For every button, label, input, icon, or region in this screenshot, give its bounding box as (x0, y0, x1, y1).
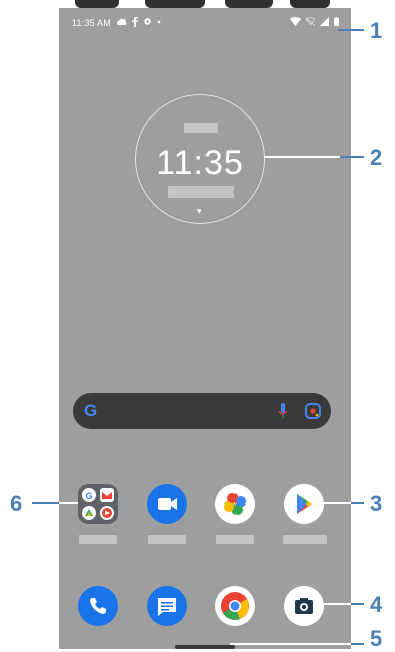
app-label-placeholder (79, 535, 117, 544)
app-label-placeholder (148, 535, 186, 544)
app-label-placeholder (283, 535, 327, 544)
google-folder-icon[interactable]: G (78, 484, 118, 524)
notification-icons (117, 17, 161, 27)
phone-screen: 11:35 AM 11:35 ▾ G G (59, 8, 351, 649)
duo-icon[interactable] (147, 484, 187, 524)
cloud-icon (117, 18, 127, 25)
status-time: 11:35 AM (72, 18, 111, 28)
callout-4: 4 (370, 592, 383, 617)
callout-line-6-inner (59, 502, 78, 504)
cropped-top-fragment (225, 0, 273, 8)
callout-3: 3 (370, 491, 383, 516)
callout-1: 1 (370, 18, 383, 43)
dot-icon (157, 20, 161, 24)
callout-6: 6 (10, 491, 23, 516)
messages-icon[interactable] (147, 586, 187, 626)
callout-line-4-outer (351, 603, 364, 605)
facebook-icon (132, 17, 138, 27)
clock-date-placeholder (184, 123, 218, 133)
chevron-down-icon[interactable]: ▾ (197, 206, 202, 217)
navigation-handle[interactable] (175, 645, 235, 649)
cropped-top-fragment (290, 0, 330, 8)
svg-text:G: G (86, 491, 93, 501)
camera-icon[interactable] (284, 586, 324, 626)
play-store-icon[interactable] (284, 484, 324, 524)
callout-line-5 (230, 643, 364, 645)
lens-icon[interactable] (305, 403, 321, 419)
wifi-off-icon (306, 17, 315, 26)
mic-icon[interactable] (278, 401, 288, 421)
phone-icon[interactable] (78, 586, 118, 626)
cropped-top-fragment (75, 0, 119, 8)
callout-line-3-outer (351, 502, 364, 504)
signal-icon (320, 17, 329, 26)
clock-time: 11:35 (156, 144, 244, 182)
google-logo-icon: G (84, 401, 98, 420)
settings-icon (144, 18, 151, 25)
chrome-icon[interactable] (215, 586, 255, 626)
callout-5: 5 (370, 626, 383, 651)
cropped-top-fragment (145, 0, 205, 8)
app-label-placeholder (216, 535, 254, 544)
google-search-bar[interactable]: G (73, 393, 331, 429)
callout-line-2-outer (340, 156, 364, 158)
system-icons (290, 17, 339, 26)
status-bar: 11:35 AM (59, 8, 351, 36)
callout-2: 2 (370, 145, 383, 170)
battery-icon (334, 17, 339, 26)
wifi-icon (290, 17, 301, 26)
callout-line-1 (338, 29, 364, 31)
photos-icon[interactable] (215, 484, 255, 524)
callout-line-5-outer (351, 643, 364, 645)
clock-subtext-placeholder (168, 186, 234, 198)
